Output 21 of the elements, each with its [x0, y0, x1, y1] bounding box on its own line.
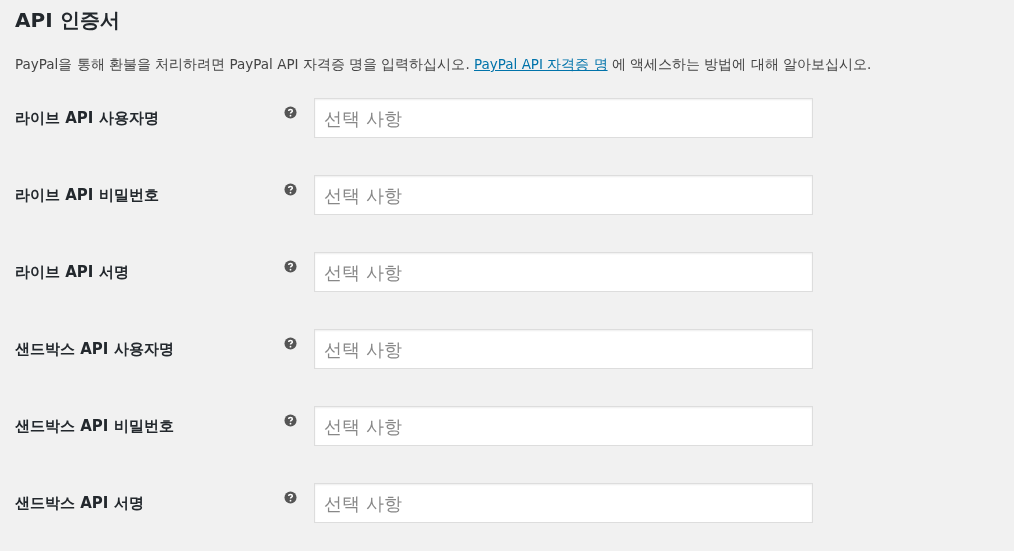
input-field[interactable]: 선택 사항 — [314, 252, 813, 292]
help-icon[interactable] — [284, 182, 297, 196]
credentials-link[interactable]: PayPal API 자격증 명 — [474, 56, 608, 72]
input-field[interactable]: 선택 사항 — [314, 406, 813, 446]
help-icon[interactable] — [284, 259, 297, 273]
input-field[interactable]: 선택 사항 — [314, 175, 813, 215]
field-label: 샌드박스 API 사용자명 — [15, 339, 175, 359]
input-field[interactable]: 선택 사항 — [314, 98, 813, 138]
field-label: 샌드박스 API 서명 — [15, 493, 145, 513]
input-field[interactable]: 선택 사항 — [314, 329, 813, 369]
input-field[interactable]: 선택 사항 — [314, 483, 813, 523]
help-icon[interactable] — [284, 105, 297, 119]
help-icon[interactable] — [284, 490, 297, 504]
field-label: 라이브 API 서명 — [15, 262, 130, 282]
section-heading: API 인증서 — [15, 7, 121, 34]
help-icon[interactable] — [284, 413, 297, 427]
field-label: 샌드박스 API 비밀번호 — [15, 416, 175, 436]
help-icon[interactable] — [284, 336, 297, 350]
field-label: 라이브 API 사용자명 — [15, 108, 160, 128]
field-label: 라이브 API 비밀번호 — [15, 185, 160, 205]
description-text: PayPal을 통해 환불을 처리하려면 PayPal API 자격증 명을 입력하십시오. PayPal API 자격증 명 에 액세스하는 방법에 대해 알아보십시오. — [15, 55, 873, 74]
